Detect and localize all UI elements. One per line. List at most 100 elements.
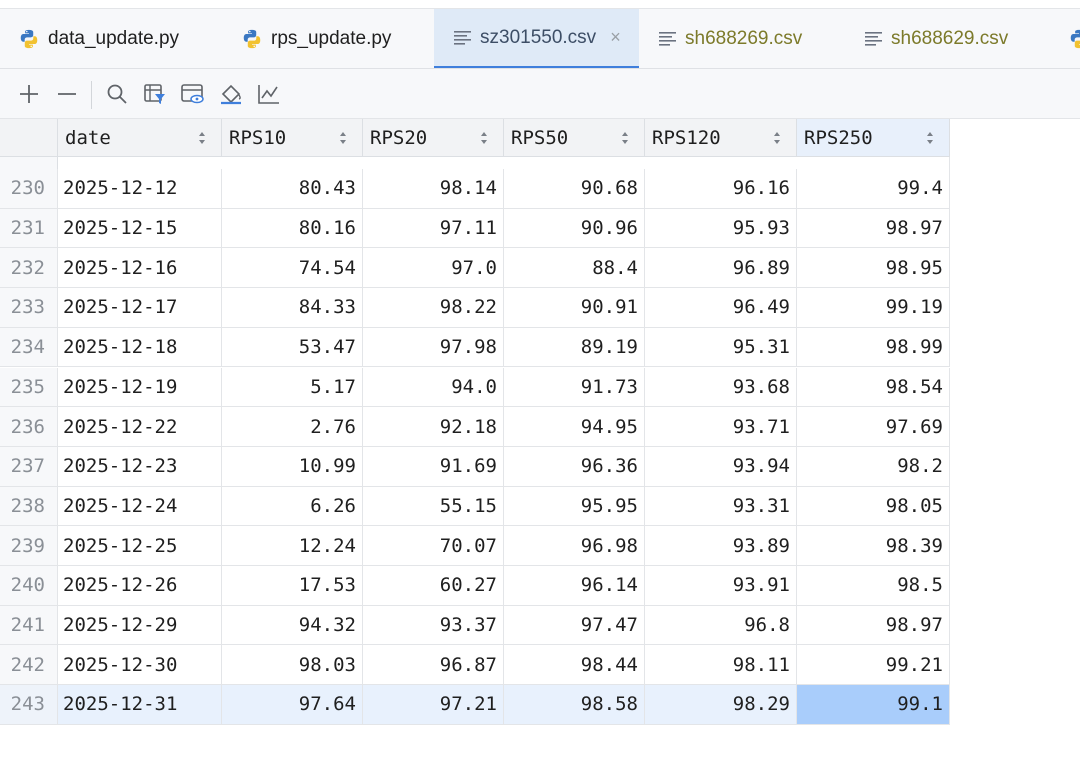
table-cell-rps120[interactable]: 93.68 bbox=[645, 367, 797, 408]
table-cell-rps250[interactable]: 98.5 bbox=[797, 566, 950, 606]
table-row[interactable]: 239 2025-12-25 12.24 70.07 96.98 93.89 98.39 bbox=[0, 526, 950, 566]
row-number[interactable]: 242 bbox=[0, 645, 58, 686]
row-number[interactable]: 237 bbox=[0, 446, 58, 487]
table-cell-date[interactable]: 2025-12-30 bbox=[58, 645, 222, 686]
table-cell-rps20[interactable]: 97.21 bbox=[363, 685, 504, 725]
table-cell-rps20[interactable]: 60.27 bbox=[363, 566, 504, 606]
column-header-rps120[interactable]: RPS120 bbox=[645, 119, 797, 157]
table-cell-rps250[interactable]: 99.19 bbox=[797, 288, 950, 328]
table-cell-date[interactable]: 2025-12-26 bbox=[58, 566, 222, 606]
table-cell-rps10[interactable]: 17.53 bbox=[222, 566, 363, 606]
table-row[interactable]: 237 2025-12-23 10.99 91.69 96.36 93.94 98.2 bbox=[0, 446, 950, 487]
table-row[interactable]: 241 2025-12-29 94.32 93.37 97.47 96.8 98.97 bbox=[0, 605, 950, 646]
table-cell-rps50[interactable]: 90.68 bbox=[504, 169, 645, 209]
table-cell-rps120[interactable]: 95.31 bbox=[645, 327, 797, 368]
sort-icon[interactable] bbox=[925, 129, 935, 147]
remove-row-icon[interactable] bbox=[54, 81, 80, 107]
table-cell-rps20[interactable]: 92.18 bbox=[363, 407, 504, 447]
row-number[interactable]: 243 bbox=[0, 685, 58, 725]
tab-data-update-py[interactable]: data_update.py bbox=[18, 9, 179, 68]
column-header-rps20[interactable]: RPS20 bbox=[363, 119, 504, 157]
table-cell-rps250[interactable]: 98.95 bbox=[797, 248, 950, 289]
tab-sh688269-csv[interactable]: sh688269.csv bbox=[659, 9, 802, 68]
table-cell-rps10[interactable]: 5.17 bbox=[222, 367, 363, 408]
sort-icon[interactable] bbox=[479, 129, 489, 147]
add-row-icon[interactable] bbox=[16, 81, 42, 107]
table-cell-rps50[interactable]: 98.44 bbox=[504, 645, 645, 686]
close-tab-icon[interactable]: × bbox=[610, 27, 621, 48]
table-row[interactable]: 233 2025-12-17 84.33 98.22 90.91 96.49 99.19 bbox=[0, 288, 950, 328]
table-cell-rps250[interactable]: 98.39 bbox=[797, 526, 950, 566]
table-cell-rps50[interactable]: 98.58 bbox=[504, 685, 645, 725]
column-header-rps250[interactable]: RPS250 bbox=[797, 119, 950, 157]
column-header-rps50[interactable]: RPS50 bbox=[504, 119, 645, 157]
table-cell-date[interactable]: 2025-12-23 bbox=[58, 446, 222, 487]
table-row[interactable]: 234 2025-12-18 53.47 97.98 89.19 95.31 98.99 bbox=[0, 327, 950, 368]
row-number[interactable]: 232 bbox=[0, 248, 58, 289]
table-cell-rps10[interactable]: 6.26 bbox=[222, 486, 363, 527]
row-number[interactable]: 235 bbox=[0, 367, 58, 408]
table-cell-rps250[interactable]: 98.99 bbox=[797, 327, 950, 368]
table-row[interactable]: 238 2025-12-24 6.26 55.15 95.95 93.31 98.05 bbox=[0, 486, 950, 527]
table-cell-date[interactable]: 2025-12-15 bbox=[58, 208, 222, 249]
table-cell-rps50[interactable]: 88.4 bbox=[504, 248, 645, 289]
row-number[interactable]: 239 bbox=[0, 526, 58, 566]
table-cell-rps50[interactable]: 90.96 bbox=[504, 208, 645, 249]
table-cell-rps120[interactable]: 96.49 bbox=[645, 288, 797, 328]
row-number[interactable]: 231 bbox=[0, 208, 58, 249]
table-row[interactable]: 230 2025-12-12 80.43 98.14 90.68 96.16 99.4 bbox=[0, 169, 950, 209]
table-cell-date[interactable]: 2025-12-29 bbox=[58, 605, 222, 646]
paint-icon[interactable] bbox=[218, 81, 244, 107]
sort-icon[interactable] bbox=[772, 129, 782, 147]
table-cell-rps250[interactable]: 98.97 bbox=[797, 208, 950, 249]
table-cell-rps50[interactable]: 89.19 bbox=[504, 327, 645, 368]
table-row[interactable]: 236 2025-12-22 2.76 92.18 94.95 93.71 97.69 bbox=[0, 407, 950, 447]
sort-icon[interactable] bbox=[620, 129, 630, 147]
row-number[interactable]: 234 bbox=[0, 327, 58, 368]
table-cell-rps20[interactable]: 70.07 bbox=[363, 526, 504, 566]
tab-rps-update-py[interactable]: rps_update.py bbox=[241, 9, 391, 68]
table-cell-date[interactable]: 2025-12-17 bbox=[58, 288, 222, 328]
table-cell-rps10[interactable]: 10.99 bbox=[222, 446, 363, 487]
table-cell-rps50[interactable]: 95.95 bbox=[504, 486, 645, 527]
tab-overflow[interactable] bbox=[1068, 9, 1080, 68]
table-cell-date[interactable]: 2025-12-16 bbox=[58, 248, 222, 289]
table-cell-rps50[interactable]: 90.91 bbox=[504, 288, 645, 328]
table-cell-rps20[interactable]: 91.69 bbox=[363, 446, 504, 487]
table-cell-rps250[interactable]: 99.4 bbox=[797, 169, 950, 209]
table-cell-rps20[interactable]: 97.98 bbox=[363, 327, 504, 368]
table-cell-rps250[interactable]: 99.21 bbox=[797, 645, 950, 686]
table-cell-rps250[interactable]: 97.69 bbox=[797, 407, 950, 447]
table-cell-rps250[interactable]: 98.54 bbox=[797, 367, 950, 408]
row-number[interactable]: 241 bbox=[0, 605, 58, 646]
table-cell-rps250[interactable]: 98.05 bbox=[797, 486, 950, 527]
table-cell-rps50[interactable]: 96.98 bbox=[504, 526, 645, 566]
row-number[interactable]: 240 bbox=[0, 566, 58, 606]
table-cell-rps20[interactable]: 97.0 bbox=[363, 248, 504, 289]
table-cell-rps10[interactable]: 98.03 bbox=[222, 645, 363, 686]
table-cell-date[interactable]: 2025-12-19 bbox=[58, 367, 222, 408]
table-row[interactable]: 240 2025-12-26 17.53 60.27 96.14 93.91 98.5 bbox=[0, 566, 950, 606]
table-cell-rps20[interactable]: 98.22 bbox=[363, 288, 504, 328]
row-number[interactable]: 230 bbox=[0, 169, 58, 209]
table-cell-rps120[interactable]: 98.11 bbox=[645, 645, 797, 686]
table-cell-rps250[interactable]: 98.97 bbox=[797, 605, 950, 646]
search-icon[interactable] bbox=[104, 81, 130, 107]
table-cell-rps250[interactable]: 99.1 bbox=[797, 685, 950, 725]
table-cell-rps10[interactable]: 74.54 bbox=[222, 248, 363, 289]
table-cell-rps50[interactable]: 96.14 bbox=[504, 566, 645, 606]
table-cell-rps50[interactable]: 91.73 bbox=[504, 367, 645, 408]
table-cell-rps120[interactable]: 96.8 bbox=[645, 605, 797, 646]
table-cell-rps120[interactable]: 93.31 bbox=[645, 486, 797, 527]
table-cell-rps10[interactable]: 84.33 bbox=[222, 288, 363, 328]
table-cell-rps10[interactable]: 53.47 bbox=[222, 327, 363, 368]
table-cell-rps120[interactable]: 93.89 bbox=[645, 526, 797, 566]
table-cell-rps20[interactable]: 94.0 bbox=[363, 367, 504, 408]
table-cell-rps10[interactable]: 94.32 bbox=[222, 605, 363, 646]
table-cell-rps10[interactable]: 12.24 bbox=[222, 526, 363, 566]
table-cell-rps50[interactable]: 96.36 bbox=[504, 446, 645, 487]
table-cell-rps10[interactable]: 2.76 bbox=[222, 407, 363, 447]
table-cell-date[interactable]: 2025-12-25 bbox=[58, 526, 222, 566]
table-row[interactable]: 232 2025-12-16 74.54 97.0 88.4 96.89 98.95 bbox=[0, 248, 950, 289]
table-cell-date[interactable]: 2025-12-18 bbox=[58, 327, 222, 368]
